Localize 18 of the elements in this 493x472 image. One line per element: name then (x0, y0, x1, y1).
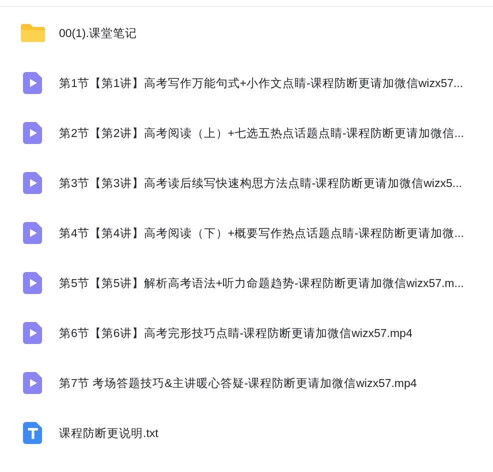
video-file-icon (23, 372, 43, 394)
video-file-icon (23, 272, 43, 294)
video-file-icon (23, 322, 43, 344)
file-name[interactable]: 第5节【第5讲】解析高考语法+听力命题趋势-课程防断更请加微信wizx57.m... (59, 276, 464, 290)
file-name[interactable]: 第2节【第2讲】高考阅读（上）+七选五热点话题点睛-课程防断更请加微信... (59, 126, 464, 140)
folder-icon (20, 23, 46, 43)
video-file-icon (23, 122, 43, 144)
video-file-icon (23, 72, 43, 94)
video-file-icon (23, 222, 43, 244)
text-file-icon (23, 422, 43, 444)
file-name[interactable]: 第1节【第1讲】高考写作万能句式+小作文点睛-课程防断更请加微信wizx57... (59, 76, 464, 90)
file-name[interactable]: 第3节【第3讲】高考读后续写快速构思方法点睛-课程防断更请加微信wizx5... (59, 176, 462, 190)
file-name[interactable]: 课程防断更说明.txt (59, 426, 158, 440)
file-name[interactable]: 00(1).课堂笔记 (59, 26, 138, 40)
file-name[interactable]: 第7节 考场答题技巧&主讲暖心答疑-课程防断更请加微信wizx57.mp4 (59, 376, 417, 390)
file-name[interactable]: 第4节【第4讲】高考阅读（下）+概要写作热点话题点睛-课程防断更请加微... (59, 226, 464, 240)
file-name[interactable]: 第6节【第6讲】高考完形技巧点睛-课程防断更请加微信wizx57.mp4 (59, 326, 412, 340)
video-file-icon (23, 172, 43, 194)
